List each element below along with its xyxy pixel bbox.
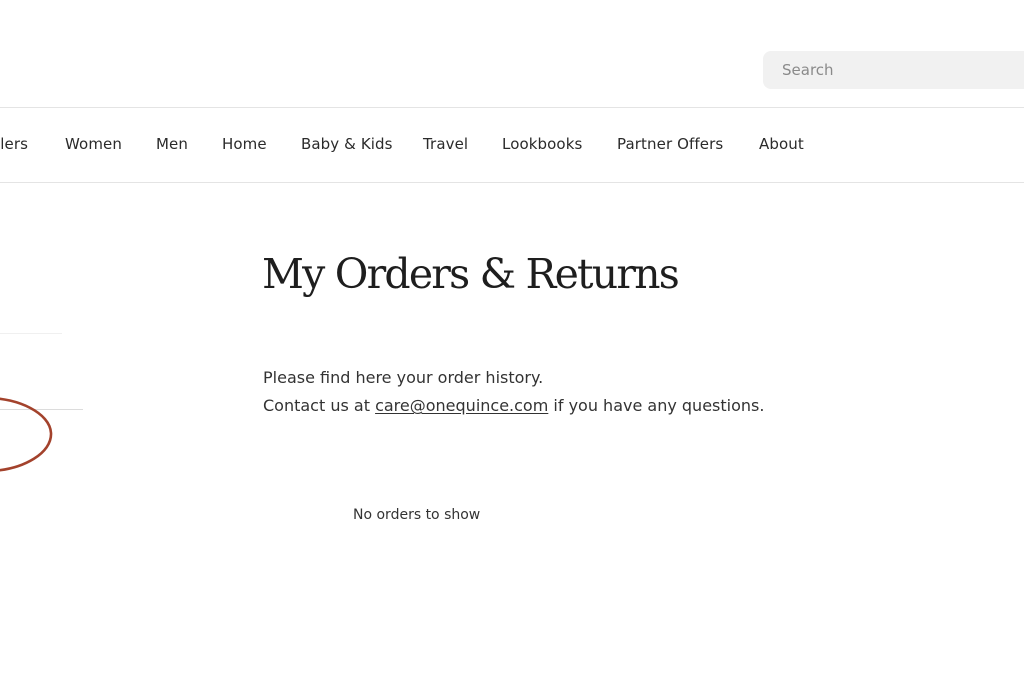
main-navigation: llers Women Men Home Baby & Kids Travel … bbox=[0, 108, 1024, 183]
top-header bbox=[0, 0, 1024, 108]
annotation-circle bbox=[0, 397, 53, 472]
sidebar-divider bbox=[0, 333, 62, 334]
nav-item-women[interactable]: Women bbox=[65, 135, 122, 153]
page-title: My Orders & Returns bbox=[262, 250, 680, 298]
empty-orders-message: No orders to show bbox=[353, 507, 481, 523]
order-history-text: Please find here your order history. bbox=[263, 368, 544, 387]
nav-item-men[interactable]: Men bbox=[156, 135, 188, 153]
search-input[interactable] bbox=[763, 51, 1024, 89]
nav-item-bestsellers[interactable]: llers bbox=[0, 135, 28, 153]
nav-item-lookbooks[interactable]: Lookbooks bbox=[502, 135, 582, 153]
nav-item-travel[interactable]: Travel bbox=[423, 135, 468, 153]
contact-text: Contact us at care@onequince.com if you … bbox=[263, 392, 764, 420]
nav-item-home[interactable]: Home bbox=[222, 135, 267, 153]
contact-suffix: if you have any questions. bbox=[553, 396, 765, 415]
nav-item-partner-offers[interactable]: Partner Offers bbox=[617, 135, 723, 153]
page: llers Women Men Home Baby & Kids Travel … bbox=[0, 0, 1024, 683]
nav-item-about[interactable]: About bbox=[759, 135, 804, 153]
contact-email-link[interactable]: care@onequince.com bbox=[375, 396, 548, 415]
annotation-circle-stroke bbox=[0, 397, 53, 472]
nav-item-baby-kids[interactable]: Baby & Kids bbox=[301, 135, 393, 153]
contact-prefix: Contact us at bbox=[263, 396, 370, 415]
page-description: Please find here your order history. Con… bbox=[263, 364, 764, 420]
